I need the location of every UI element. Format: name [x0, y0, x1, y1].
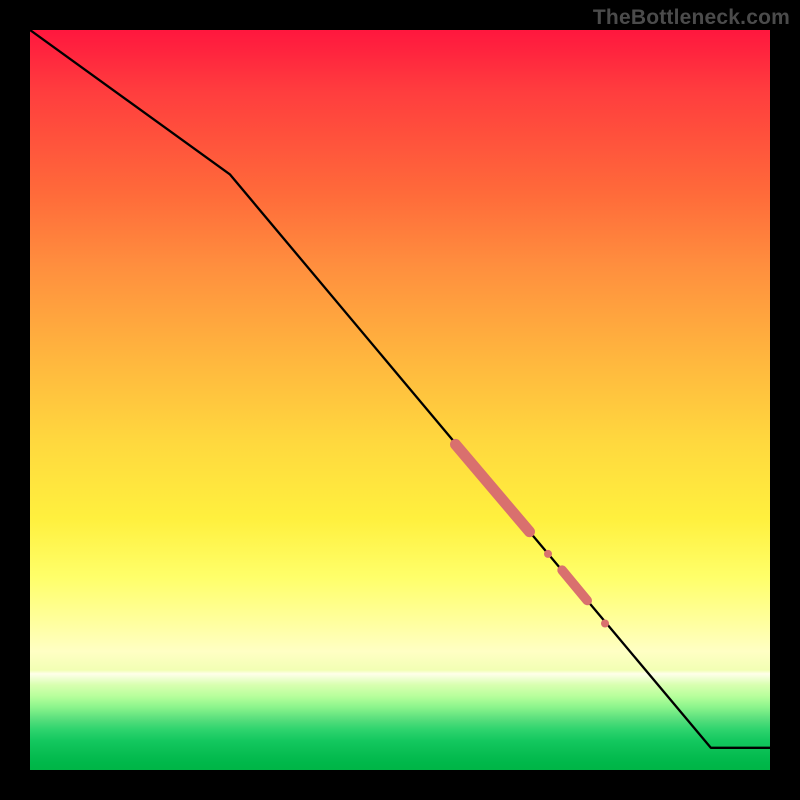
watermark-text: TheBottleneck.com: [593, 6, 790, 30]
highlight-dot: [601, 620, 609, 628]
highlight-segment: [562, 570, 587, 600]
highlight-group: [456, 444, 610, 627]
highlight-dot: [544, 550, 552, 558]
plot-area: [30, 30, 770, 770]
bottleneck-curve: [30, 30, 770, 748]
highlight-segment: [456, 444, 530, 531]
chart-svg: [30, 30, 770, 770]
chart-frame: TheBottleneck.com: [0, 0, 800, 800]
